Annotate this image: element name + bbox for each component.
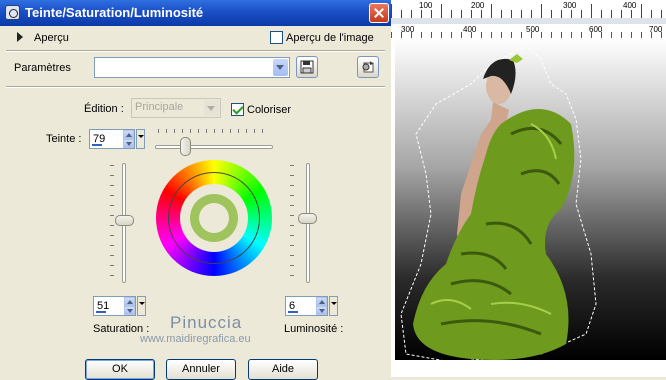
luminosite-label: Luminosité : [284,323,344,335]
dialog-title: Teinte/Saturation/Luminosité [25,5,204,20]
wheel-hole [199,203,229,233]
apercu-image-label: Aperçu de l'image [286,32,374,44]
separator [6,86,385,88]
chevron-down-icon[interactable] [273,59,288,76]
saturation-increase[interactable] [124,297,135,306]
chevron-down-icon [204,100,219,116]
apercu-toggle[interactable]: Aperçu [34,32,69,44]
ruler-label: 300 [563,1,577,10]
wheel-center [180,184,248,252]
teinte-slider-track[interactable] [155,145,273,149]
expand-arrow-icon[interactable] [17,32,23,42]
reset-preset-button[interactable] [357,56,379,78]
teinte-spinbox[interactable]: 79 [89,129,135,149]
image-canvas: 100 200 300 400 300 400 500 600 700 [391,0,666,377]
teinte-ticks [158,129,270,133]
separator [6,50,385,52]
ruler-label: 200 [471,1,485,10]
teinte-label: Teinte : [46,133,82,145]
teinte-increase[interactable] [123,130,134,139]
edition-value: Principale [135,101,184,113]
ruler-label: 100 [419,1,433,10]
title-bar[interactable]: Teinte/Saturation/Luminosité [0,0,391,26]
luminosite-slider-thumb[interactable] [298,213,317,224]
teinte-slider-thumb[interactable] [180,137,191,156]
watermark-url: www.maidiregrafica.eu [140,333,251,345]
color-wheel[interactable] [156,160,272,276]
parametres-select[interactable] [94,57,290,78]
saturation-spinbox[interactable]: 51 [93,296,136,316]
model-photo [400,45,597,363]
close-icon[interactable] [369,3,389,23]
value-underline [288,311,298,313]
edition-select: Principale [131,98,221,118]
colorize-ring [190,194,238,242]
parametres-label: Paramètres [14,62,71,74]
save-preset-icon [300,60,314,74]
saturation-dropdown[interactable] [137,296,146,316]
apercu-image-checkbox[interactable] [270,31,283,44]
coloriser-checkbox[interactable] [231,103,244,116]
ruler-label: 400 [623,1,637,10]
watermark-title: Pinuccia [170,313,243,332]
save-preset-button[interactable] [296,56,318,78]
luminosite-spinbox[interactable]: 6 [285,296,328,316]
luminosite-increase[interactable] [316,297,327,306]
teinte-decrease[interactable] [123,139,134,148]
saturation-decrease[interactable] [124,306,135,315]
value-underline [92,144,102,146]
saturation-slider-thumb[interactable] [115,215,134,226]
saturation-ticks [110,165,114,280]
app-icon [5,5,20,20]
image-area[interactable]: 300 400 500 600 700 [391,24,666,377]
coloriser-label: Coloriser [247,104,292,116]
value-underline [96,311,106,313]
teinte-dropdown[interactable] [136,129,145,149]
reset-preset-icon [362,61,374,73]
edition-label: Édition : [84,103,124,115]
hue-saturation-dialog: Teinte/Saturation/Luminosité Aperçu Aper… [0,0,391,380]
luminosite-dropdown[interactable] [329,296,338,316]
horizontal-ruler: 100 200 300 400 [391,0,666,19]
luminosite-decrease[interactable] [316,306,327,315]
luminosite-ticks [290,165,294,280]
